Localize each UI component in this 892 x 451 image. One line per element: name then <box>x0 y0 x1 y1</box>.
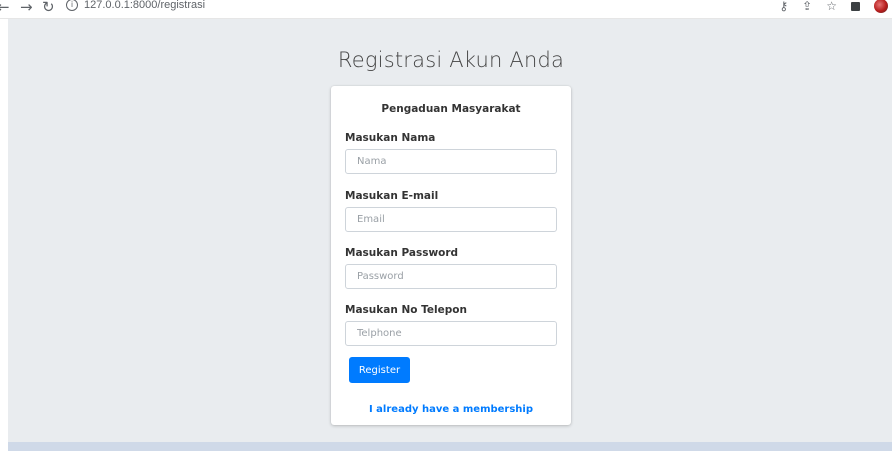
phone-input[interactable] <box>345 321 557 346</box>
registration-card: Pengaduan Masyarakat Masukan Nama Masuka… <box>331 86 571 425</box>
email-label: Masukan E-mail <box>345 190 439 202</box>
page-bottom-border <box>8 442 892 451</box>
register-button[interactable]: Register <box>349 357 410 383</box>
phone-label: Masukan No Telepon <box>345 304 467 316</box>
window-edge <box>0 19 8 451</box>
url-text: 127.0.0.1:8000/registrasi <box>84 0 206 11</box>
share-icon[interactable]: ⇪ <box>802 0 812 13</box>
address-bar[interactable]: i 127.0.0.1:8000/registrasi <box>66 0 205 14</box>
key-icon[interactable]: ⚷ <box>779 0 788 13</box>
extension-icon[interactable] <box>851 1 860 11</box>
card-header: Pengaduan Masyarakat <box>381 103 521 115</box>
page-title: Registrasi Akun Anda <box>337 48 565 72</box>
password-input[interactable] <box>345 264 557 289</box>
name-input[interactable] <box>345 149 557 174</box>
email-input[interactable] <box>345 207 557 232</box>
reload-icon[interactable]: ↻ <box>42 0 55 16</box>
membership-link[interactable]: I already have a membership <box>331 404 571 415</box>
info-icon[interactable]: i <box>66 0 78 11</box>
name-label: Masukan Nama <box>345 132 436 144</box>
star-icon[interactable]: ☆ <box>826 0 837 13</box>
avatar[interactable] <box>874 0 888 13</box>
browser-toolbar: ← → ↻ i 127.0.0.1:8000/registrasi ⚷ ⇪ ☆ <box>0 0 892 19</box>
password-label: Masukan Password <box>345 247 459 259</box>
arrow-right-icon[interactable]: → <box>20 0 33 16</box>
browser-actions: ⚷ ⇪ ☆ <box>779 0 892 15</box>
arrow-left-icon[interactable]: ← <box>0 0 10 16</box>
